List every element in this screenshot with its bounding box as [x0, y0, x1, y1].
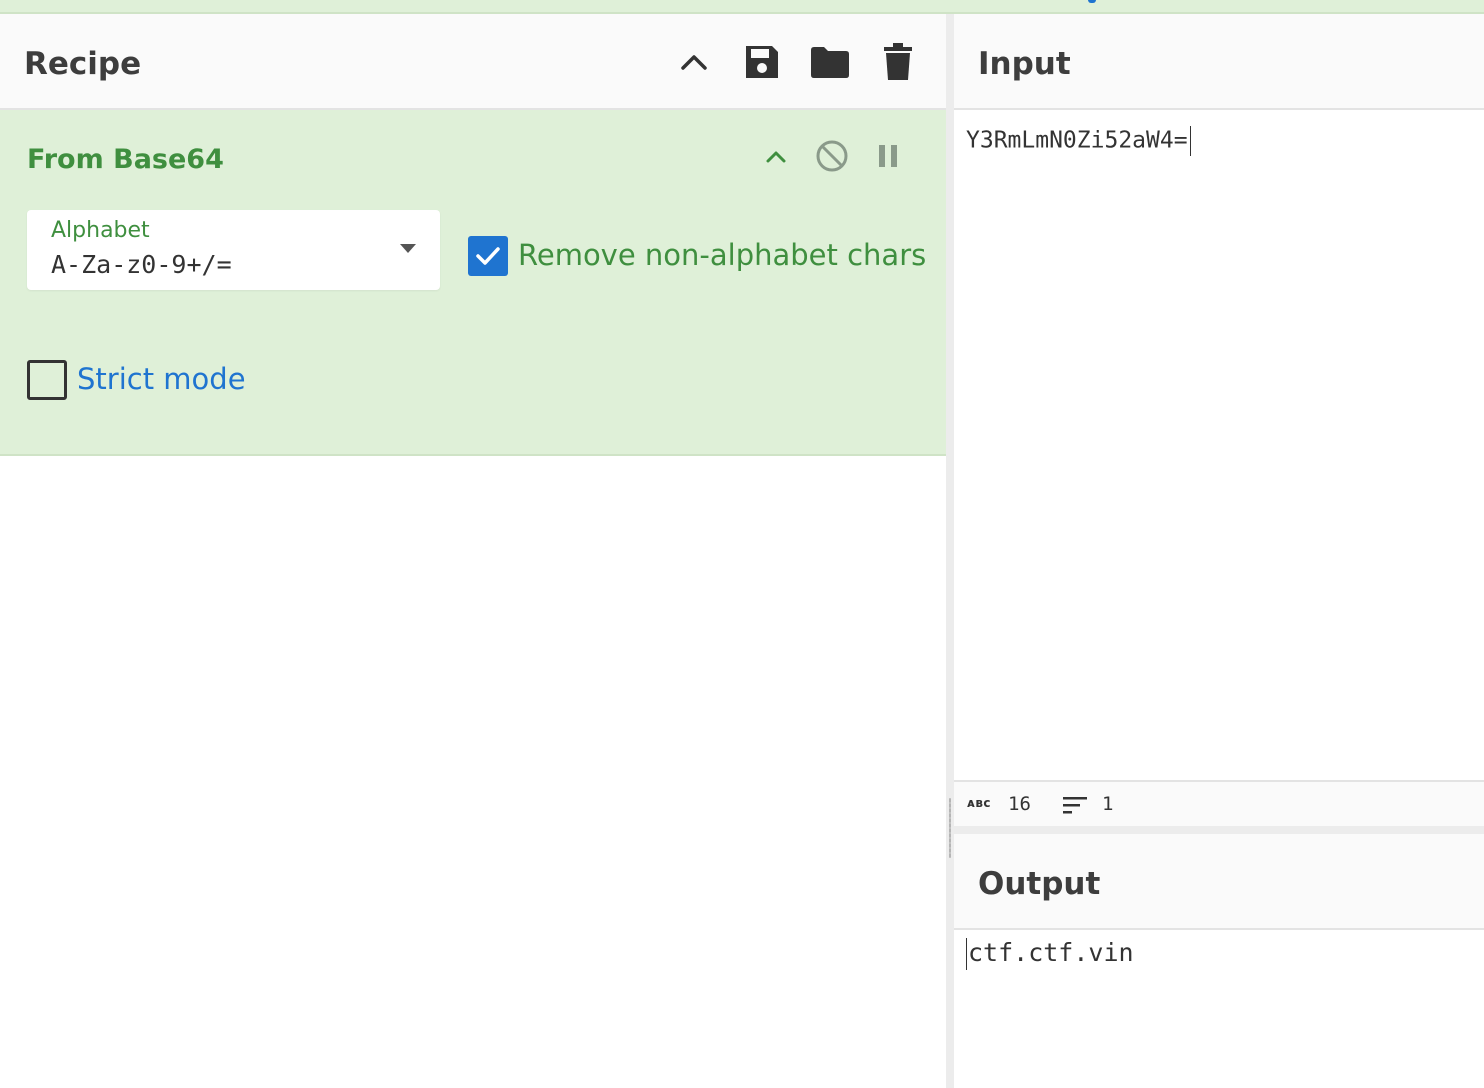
input-status-bar: ᴀʙᴄ 16 1	[954, 780, 1484, 826]
input-value: Y3RmLmN0Zi52aW4=	[966, 127, 1188, 154]
recipe-header: Recipe	[0, 14, 946, 110]
pause-icon	[879, 145, 897, 167]
io-separator	[954, 826, 1484, 834]
pane-divider[interactable]	[946, 14, 954, 1088]
save-recipe-button[interactable]	[740, 40, 784, 84]
caret-down-icon	[400, 244, 416, 253]
output-value: ctf.ctf.vin	[968, 938, 1134, 967]
alphabet-value: A-Za-z0-9+/=	[51, 250, 232, 279]
remove-non-alphabet-label[interactable]: Remove non-alphabet chars	[518, 238, 926, 272]
input-title: Input	[978, 46, 1071, 82]
io-pane: Input Y3RmLmN0Zi52aW4= ᴀʙᴄ 16 1 Output c…	[954, 14, 1484, 1088]
output-header: Output	[954, 834, 1484, 930]
input-header: Input	[954, 14, 1484, 110]
trash-icon	[884, 43, 912, 80]
alphabet-select[interactable]: Alphabet A-Za-z0-9+/=	[27, 210, 440, 290]
operation-title: From Base64	[27, 144, 224, 175]
checkmark-icon	[476, 247, 500, 265]
folder-icon	[811, 47, 849, 78]
text-cursor	[1189, 126, 1191, 156]
chevron-up-icon	[766, 151, 786, 163]
load-recipe-button[interactable]	[808, 40, 852, 84]
input-textarea[interactable]: Y3RmLmN0Zi52aW4=	[966, 126, 1191, 156]
save-icon	[746, 46, 778, 78]
remove-non-alphabet-checkbox[interactable]	[468, 236, 508, 276]
abc-icon: ᴀʙᴄ	[967, 796, 992, 810]
resize-handle-icon[interactable]	[949, 798, 951, 858]
input-lines: 1	[1102, 793, 1114, 815]
operation-collapse-button[interactable]	[756, 136, 796, 176]
recipe-pane: Recipe From Base64 Alphabet A-Za-z0-9+/=…	[0, 14, 946, 1088]
input-length: 16	[1008, 793, 1031, 815]
alphabet-label: Alphabet	[51, 218, 150, 243]
output-textarea[interactable]: ctf.ctf.vin	[966, 938, 1134, 970]
operation-from-base64[interactable]: From Base64 Alphabet A-Za-z0-9+/= Remove…	[0, 110, 946, 456]
strict-mode-checkbox[interactable]	[27, 360, 67, 400]
chevron-up-icon	[681, 55, 707, 70]
strict-mode-label[interactable]: Strict mode	[77, 362, 246, 396]
lines-icon	[1063, 797, 1087, 814]
recipe-title: Recipe	[24, 46, 142, 82]
output-title: Output	[978, 866, 1101, 902]
text-cursor	[966, 938, 967, 970]
operation-breakpoint-button[interactable]	[868, 136, 908, 176]
clear-recipe-button[interactable]	[876, 40, 920, 84]
operation-disable-button[interactable]	[812, 136, 852, 176]
disable-icon	[816, 140, 848, 172]
collapse-all-button[interactable]	[672, 40, 716, 84]
top-strip-marker	[1088, 0, 1096, 3]
top-strip	[0, 0, 1484, 14]
